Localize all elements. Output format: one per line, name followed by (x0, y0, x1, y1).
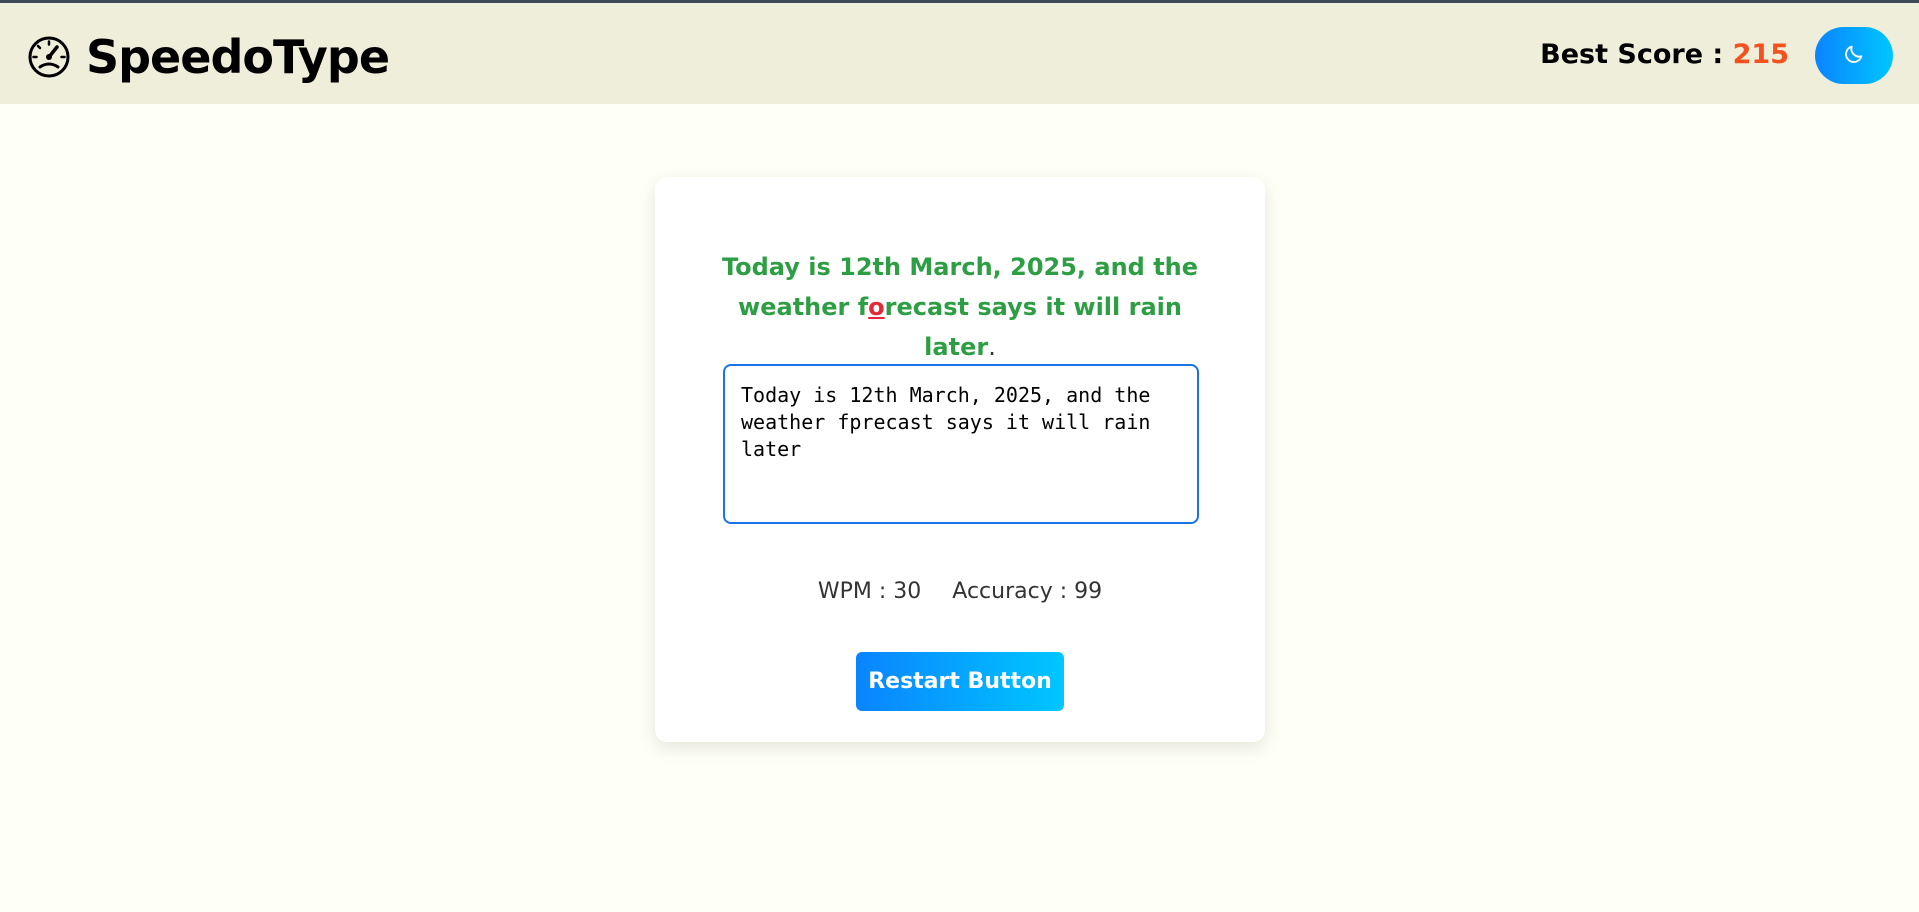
accuracy-stat: Accuracy : 99 (952, 579, 1103, 604)
speedometer-icon (26, 34, 72, 80)
moon-icon (1843, 43, 1865, 68)
passage-incorrect-char: o (868, 293, 885, 321)
brand[interactable]: SpeedoType (26, 30, 390, 84)
app-header: SpeedoType Best Score : 215 (0, 3, 1919, 104)
typing-input[interactable]: Today is 12th March, 2025, and the weath… (723, 364, 1199, 524)
target-passage: Today is 12th March, 2025, and the weath… (705, 247, 1215, 367)
passage-pending: . (988, 333, 996, 361)
stats-bar: WPM : 30 Accuracy : 99 (655, 579, 1265, 604)
best-score: Best Score : 215 (1540, 39, 1789, 70)
app-title: SpeedoType (86, 30, 390, 84)
best-score-label: Best Score : (1540, 39, 1733, 70)
passage-correct-after: recast says it will rain later (884, 293, 1182, 361)
wpm-stat: WPM : 30 (817, 579, 922, 604)
typing-card: Today is 12th March, 2025, and the weath… (655, 177, 1265, 742)
theme-toggle-button[interactable] (1815, 27, 1893, 84)
best-score-value: 215 (1732, 39, 1789, 70)
restart-button[interactable]: Restart Button (856, 652, 1064, 711)
